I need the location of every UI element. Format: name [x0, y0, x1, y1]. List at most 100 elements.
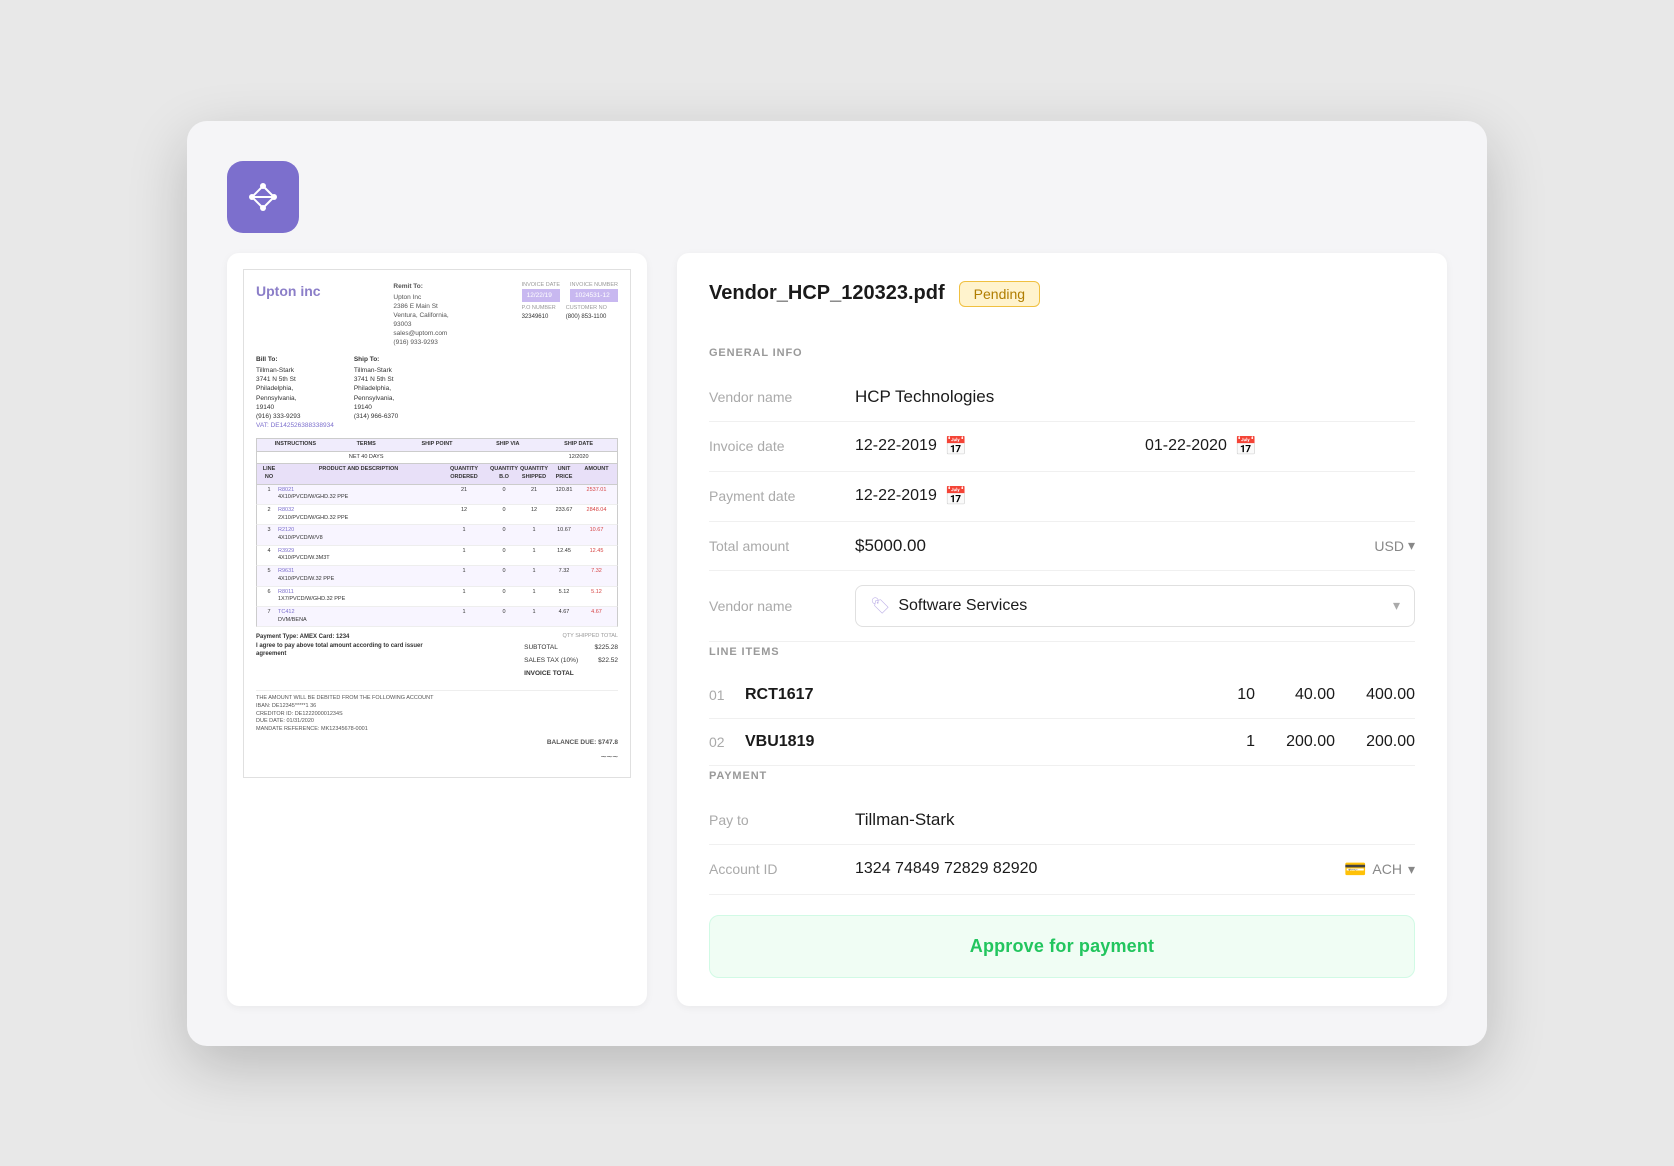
customer-label: CUSTOMER NO	[566, 305, 607, 313]
remit-email: sales@uptom.com	[393, 329, 448, 338]
inv-table-meta-vals: NET 40 DAYS 12/2020	[256, 452, 618, 465]
calendar-icon-2[interactable]: 📅	[1235, 436, 1257, 457]
approve-btn-container: Approve for payment	[709, 895, 1415, 978]
total-amount-value: $5000.00	[855, 536, 1366, 556]
invoice-document: Upton inc Remit To: Upton Inc2386 E Main…	[243, 269, 631, 778]
inv-totals-section: Payment Type: AMEX Card: 1234I agree to …	[256, 633, 618, 682]
col-ship-date: SHIP DATE	[543, 441, 614, 449]
inv-line-item: 7TC412DVM/BENA1014.674.67	[256, 607, 618, 627]
vendor-dropdown-chevron-icon: ▾	[1393, 597, 1400, 614]
subtotal-label: SUBTOTAL	[524, 643, 558, 652]
inv-date-val: 12/22/19	[522, 289, 560, 302]
invoice-date-field2: 01-22-2020 📅	[1145, 436, 1415, 457]
invoice-date-field: 12-22-2019 📅	[855, 436, 1125, 457]
tag-icon: 🏷	[870, 596, 890, 616]
payment-date-value: 12-22-2019	[855, 487, 937, 505]
approve-payment-button[interactable]: Approve for payment	[709, 915, 1415, 978]
ship-date-val: 12/2020	[543, 454, 614, 462]
invoice-company-name: Upton inc	[256, 282, 321, 302]
remit-phone: (916) 933-9293	[393, 338, 448, 347]
invoice-date-value2: 01-22-2020	[1145, 437, 1227, 455]
form-filename: Vendor_HCP_120323.pdf	[709, 282, 945, 305]
app-header	[227, 161, 1447, 233]
po-val: 32349610	[522, 313, 556, 321]
pay-to-value: Tillman-Stark	[855, 810, 1415, 830]
invoice-date-value: 12-22-2019	[855, 437, 937, 455]
li-price: 200.00	[1255, 733, 1335, 751]
bill-to: Bill To: Tillman-Stark3741 N 5th StPhila…	[256, 355, 334, 430]
li-qty: 10	[1175, 686, 1255, 704]
remit-label: Remit To:	[393, 282, 448, 291]
currency-select[interactable]: USD ▾	[1374, 537, 1415, 554]
li-total: 400.00	[1335, 686, 1415, 704]
currency-chevron-icon: ▾	[1408, 537, 1415, 554]
vendor-category-value: Software Services	[898, 597, 1385, 615]
vendor-category-label: Vendor name	[709, 598, 839, 614]
payment-date-row: Payment date 12-22-2019 📅	[709, 472, 1415, 522]
invoice-preview-panel: Upton inc Remit To: Upton Inc2386 E Main…	[227, 253, 647, 1006]
invoice-remit: Remit To: Upton Inc2386 E Main StVentura…	[393, 282, 448, 348]
vendor-name-label: Vendor name	[709, 389, 839, 405]
sales-tax-val: $22.52	[598, 656, 618, 665]
pay-to-row: Pay to Tillman-Stark	[709, 796, 1415, 845]
col-ship-point: SHIP POINT	[402, 441, 473, 449]
amount-row: $5000.00 USD ▾	[855, 536, 1415, 556]
invoice-date-row: Invoice date 12-22-2019 📅 01-22-2020 📅	[709, 422, 1415, 472]
vendor-name-value: HCP Technologies	[855, 387, 1415, 407]
app-logo	[227, 161, 299, 233]
total-amount-label: Total amount	[709, 538, 839, 554]
sales-tax-label: SALES TAX (10%)	[524, 656, 578, 665]
li-code: RCT1617	[745, 686, 1175, 704]
currency-label: USD	[1374, 538, 1404, 554]
invoice-total-label: INVOICE TOTAL	[524, 669, 574, 678]
ship-to: Ship To: Tillman-Stark3741 N 5th StPhila…	[354, 355, 398, 430]
li-price: 40.00	[1255, 686, 1335, 704]
total-amount-row: Total amount $5000.00 USD ▾	[709, 522, 1415, 571]
li-num: 01	[709, 687, 745, 703]
vendor-category-dropdown[interactable]: 🏷 Software Services ▾	[855, 585, 1415, 627]
payment-label: Payment	[709, 770, 1415, 782]
vendor-category-row: Vendor name 🏷 Software Services ▾	[709, 571, 1415, 642]
inv-line-item: 3R21204X10/PVCD/W/V810110.6710.67	[256, 525, 618, 545]
pay-to-label: Pay to	[709, 812, 839, 828]
invoice-date-label: Invoice date	[709, 438, 839, 454]
line-items-label: Line Items	[709, 646, 1415, 658]
invoice-meta: INVOICE DATE 12/22/19 INVOICE NUMBER 102…	[522, 282, 618, 348]
inv-line-items: 1R80214X10/PVCD/W/GHD.32 PPE21021120.812…	[256, 485, 618, 628]
calendar-icon-1[interactable]: 📅	[945, 436, 967, 457]
inv-line-item: 2R80322X10/PVCD/W/GHD.32 PPE12012233.672…	[256, 505, 618, 525]
inv-table-meta: INSTRUCTIONS TERMS SHIP POINT SHIP VIA S…	[256, 438, 618, 452]
inv-date-label: INVOICE DATE	[522, 282, 560, 290]
inv-footer: THE AMOUNT WILL BE DEBITED FROM THE FOLL…	[256, 690, 618, 747]
general-info-label: General Info	[709, 347, 1415, 359]
li-code: VBU1819	[745, 733, 1175, 751]
inv-num-val: 1024531-12	[570, 289, 618, 302]
col-terms: TERMS	[331, 441, 402, 449]
inv-totals: QTY SHIPPED TOTAL SUBTOTAL $225.28 SALES…	[524, 633, 618, 682]
col-ship-via: SHIP VIA	[472, 441, 543, 449]
li-qty: 1	[1175, 733, 1255, 751]
date-pair: 12-22-2019 📅 01-22-2020 📅	[855, 436, 1415, 457]
inv-line-item: 1R80214X10/PVCD/W/GHD.32 PPE21021120.812…	[256, 485, 618, 505]
payment-date-field: 12-22-2019 📅	[855, 486, 1415, 507]
status-badge: Pending	[959, 281, 1040, 307]
account-id-value: 1324 74849 72829 82920	[855, 860, 1330, 878]
terms-val: NET 40 DAYS	[331, 454, 402, 462]
inv-line-header: LINE NO PRODUCT AND DESCRIPTION QUANTITY…	[256, 464, 618, 484]
li-total: 200.00	[1335, 733, 1415, 751]
vendor-name-row: Vendor name HCP Technologies	[709, 373, 1415, 422]
main-content: Upton inc Remit To: Upton Inc2386 E Main…	[227, 253, 1447, 1006]
li-num: 02	[709, 734, 745, 750]
calendar-icon-3[interactable]: 📅	[945, 486, 967, 507]
card-icon: 💳	[1344, 859, 1366, 880]
ach-select[interactable]: 💳 ACH ▾	[1344, 859, 1415, 880]
account-id-field: 1324 74849 72829 82920 💳 ACH ▾	[855, 859, 1415, 880]
po-label: P.O NUMBER	[522, 305, 556, 313]
inv-signature: ~~~	[256, 751, 618, 765]
account-id-label: Account ID	[709, 861, 839, 877]
inv-line-item: 6R80111X7/PVCD/W/GHD.32 PPE1015.125.12	[256, 587, 618, 607]
form-line-item: 01 RCT1617 10 40.00 400.00	[709, 672, 1415, 719]
account-id-row: Account ID 1324 74849 72829 82920 💳 ACH …	[709, 845, 1415, 895]
inv-num-label: INVOICE NUMBER	[570, 282, 618, 290]
inv-line-item: 4R39294X10/PVCD/W.3M3T10112.4512.45	[256, 546, 618, 566]
